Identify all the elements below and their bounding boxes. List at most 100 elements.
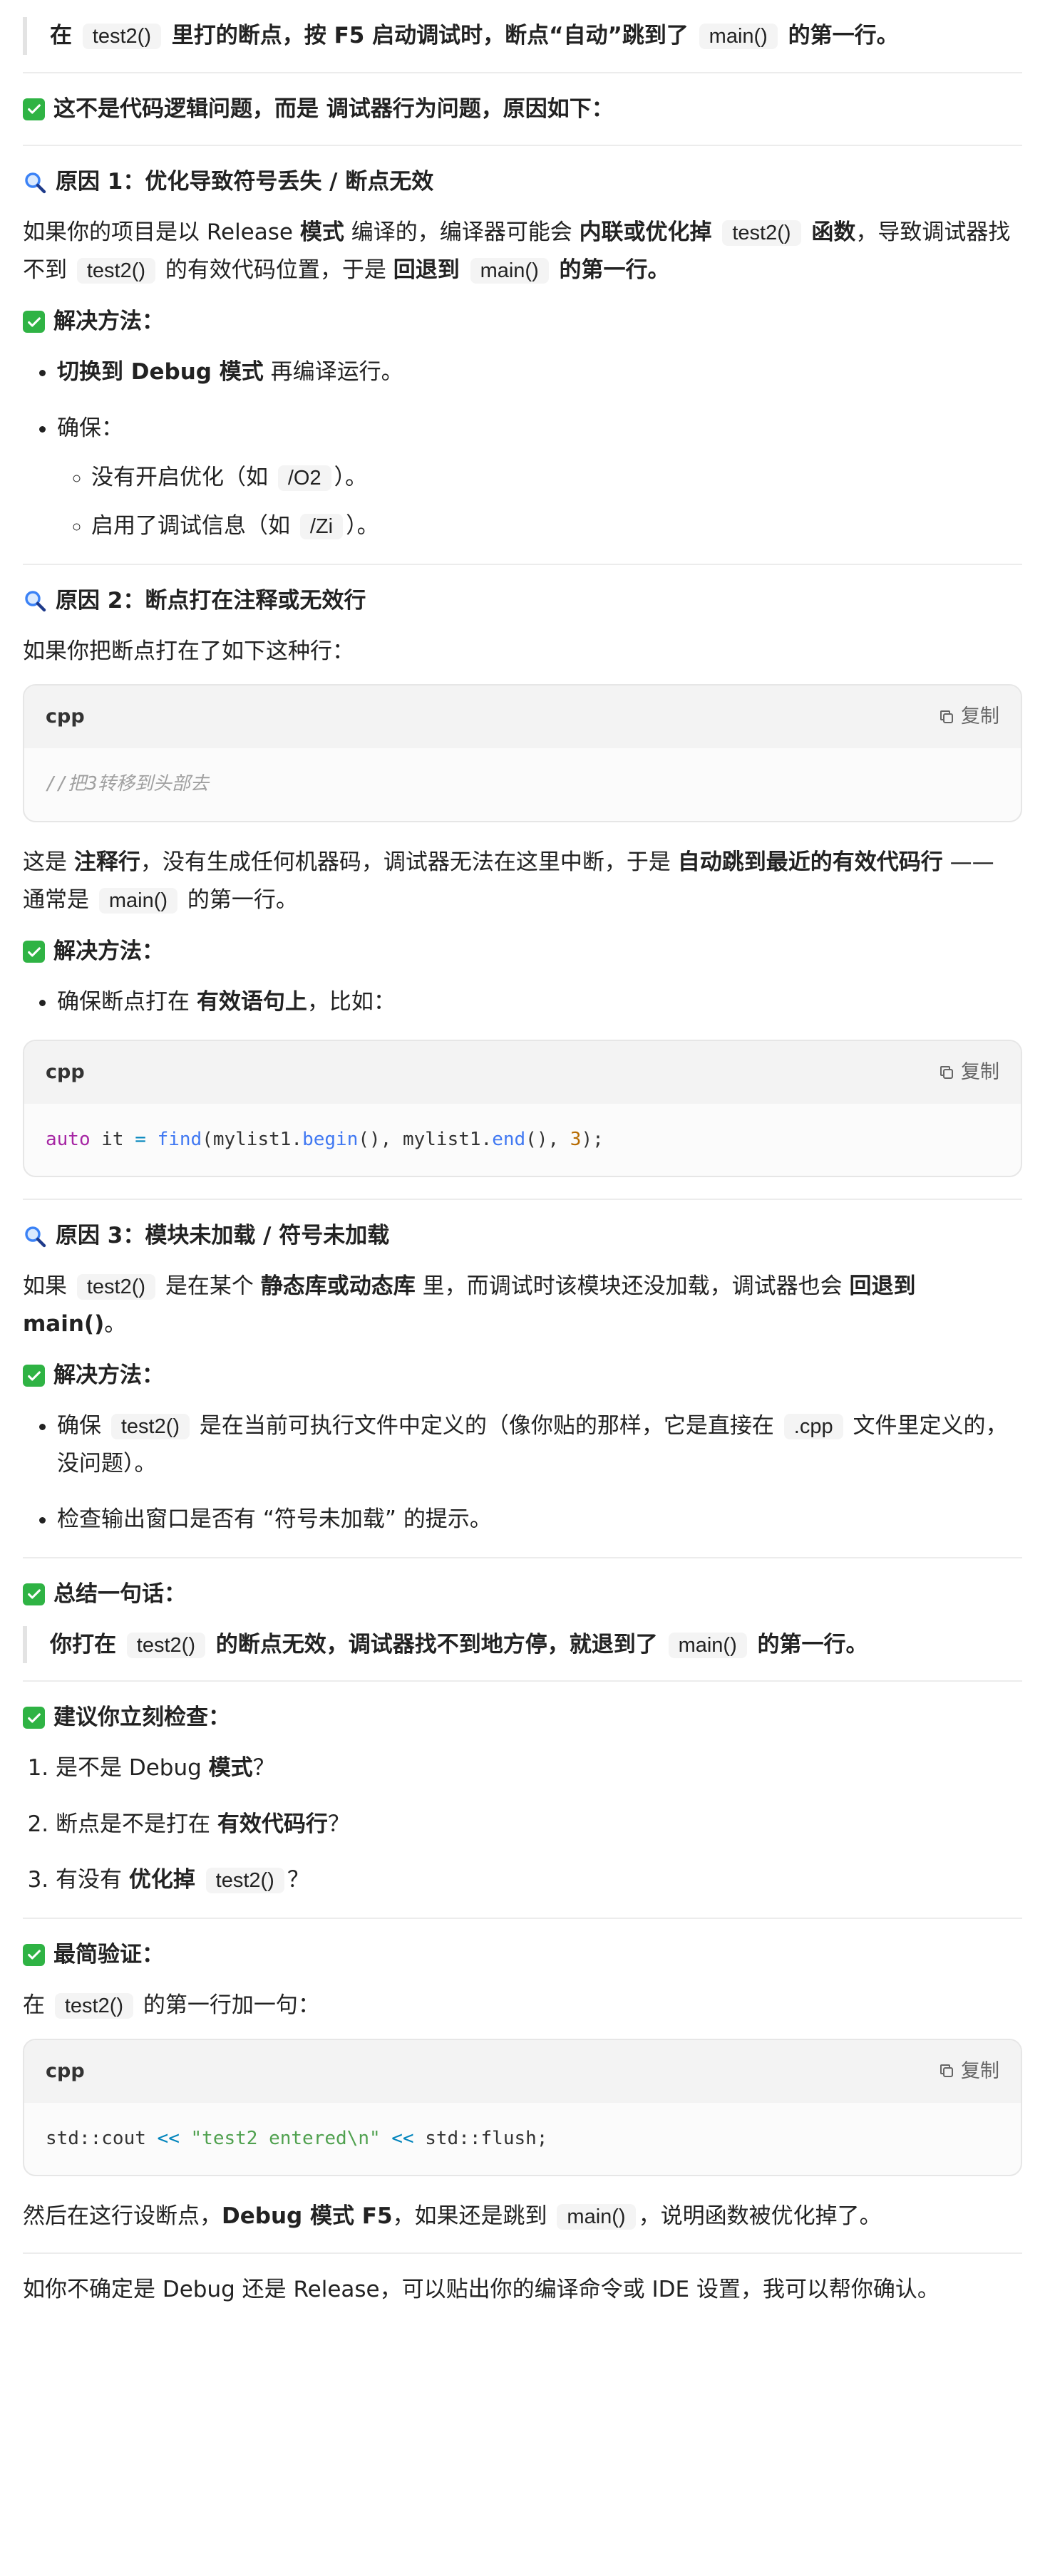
reason3-solution-list: 确保 test2() 是在当前可执行文件中定义的（像你贴的那样，它是直接在 .c… bbox=[23, 1407, 1022, 1538]
copy-button[interactable]: 复制 bbox=[938, 1056, 999, 1089]
text-span: ？ bbox=[327, 1811, 350, 1837]
bold-text: 的第一行。 bbox=[749, 1631, 868, 1657]
bold-text: 模式 bbox=[299, 219, 344, 246]
list-item: 有没有 优化掉 test2()？ bbox=[56, 1861, 1022, 1899]
magnifier-icon bbox=[25, 1226, 46, 1247]
intro-quote: 在 test2() 里打的断点，按 F5 启动调试时，断点“自动”跳到了 mai… bbox=[23, 17, 1022, 55]
text-span: ）。 bbox=[334, 464, 368, 490]
divider bbox=[23, 563, 1022, 565]
check-icon bbox=[23, 1583, 45, 1605]
code-body: std::cout << "test2 entered\n" << std::f… bbox=[24, 2103, 1021, 2176]
divider bbox=[23, 71, 1022, 73]
bold-text: 模式 bbox=[310, 2203, 354, 2230]
reason2-solution-heading: 解决方法： bbox=[23, 933, 1022, 971]
code-token: it bbox=[90, 1128, 135, 1150]
verify-intro: 在 test2() 的第一行加一句： bbox=[23, 1987, 1022, 2024]
text-span: 没有开启优化（如 bbox=[91, 464, 275, 490]
inline-code: test2() bbox=[722, 220, 801, 247]
text-span: 启用了调试信息（如 bbox=[91, 513, 297, 539]
reason2-paragraph: 这是 注释行，没有生成任何机器码，调试器无法在这里中断，于是 自动跳到最近的有效… bbox=[23, 844, 1022, 919]
reason1-solution-list: 切换到 Debug 模式 再编译运行。 确保： 没有开启优化（如 /O2）。 启… bbox=[23, 353, 1022, 545]
chat-response: 在 test2() 里打的断点，按 F5 启动调试时，断点“自动”跳到了 mai… bbox=[0, 17, 1045, 2308]
inline-code: main() bbox=[470, 257, 549, 284]
code-token: (), mylist1. bbox=[358, 1128, 493, 1150]
bold-text: 自动跳到最近的有效代码行 bbox=[677, 849, 943, 875]
text-span: 编译的，编译器可能会 bbox=[344, 219, 580, 246]
inline-code: test2() bbox=[54, 1992, 134, 2019]
code-token: auto bbox=[46, 1128, 91, 1150]
summary-heading: 这不是代码逻辑问题，而是 调试器行为问题，原因如下： bbox=[23, 90, 1022, 128]
code-body: auto it = find(mylist1.begin(), mylist1.… bbox=[24, 1104, 1021, 1176]
reason2-heading: 原因 2：断点打在注释或无效行 bbox=[23, 582, 1022, 620]
reason1-solution-heading: 解决方法： bbox=[23, 303, 1022, 341]
magnifier-icon bbox=[25, 172, 46, 193]
code-token: (), bbox=[525, 1128, 570, 1150]
inline-code: main() bbox=[699, 24, 778, 49]
bold-text: 有效代码行 bbox=[217, 1811, 328, 1837]
text-span: 是在当前可执行文件中定义的（像你贴的那样，它是直接在 bbox=[192, 1412, 781, 1439]
bold-text: 切换到 Debug bbox=[57, 359, 220, 386]
text-span: ，如果还是跳到 bbox=[392, 2203, 555, 2230]
inline-code: test2() bbox=[82, 24, 161, 49]
reason3-solution-heading: 解决方法： bbox=[23, 1357, 1022, 1395]
divider bbox=[23, 1918, 1022, 1920]
list-item: 启用了调试信息（如 /Zi）。 bbox=[91, 507, 1022, 545]
bold-text: 内联或优化掉 bbox=[579, 219, 720, 246]
text-span: 确保 bbox=[57, 1412, 108, 1439]
code-body: //把3转移到头部去 bbox=[24, 748, 1021, 821]
text-span: ，说明函数被优化掉了。 bbox=[638, 2203, 882, 2230]
code-token: std::cout bbox=[46, 2127, 158, 2149]
text-span: 的第一行加一句： bbox=[136, 1992, 320, 2018]
divider bbox=[23, 1557, 1022, 1558]
divider bbox=[23, 2252, 1022, 2254]
text-span: 的有效代码位置，于是 bbox=[158, 257, 393, 283]
list-item: 确保： 没有开启优化（如 /O2）。 启用了调试信息（如 /Zi）。 bbox=[57, 410, 1022, 545]
text-span: 如果 bbox=[23, 1273, 74, 1299]
bold-text: 模式 bbox=[208, 1755, 253, 1781]
copy-button[interactable]: 复制 bbox=[938, 2055, 999, 2088]
code-token: = bbox=[135, 1128, 146, 1150]
code-line: //把3转移到头部去 bbox=[46, 773, 209, 795]
text-span: ，没有生成任何机器码，调试器无法在这里中断，于是 bbox=[140, 849, 678, 875]
text-span: 的第一行。 bbox=[180, 886, 298, 913]
sub-list: 没有开启优化（如 /O2）。 启用了调试信息（如 /Zi）。 bbox=[57, 459, 1022, 545]
bold-text: Debug bbox=[222, 2203, 310, 2230]
reason2-solution-list: 确保断点打在 有效语句上，比如： bbox=[23, 983, 1022, 1021]
divider bbox=[23, 1680, 1022, 1682]
inline-code: test2() bbox=[205, 1868, 284, 1894]
code-token: << bbox=[157, 2127, 180, 2149]
inline-code: main() bbox=[668, 1632, 747, 1658]
divider bbox=[23, 145, 1022, 147]
inline-code: main() bbox=[98, 887, 178, 914]
code-token: find bbox=[157, 1128, 202, 1150]
text-span: 在 bbox=[23, 1992, 52, 2018]
verify-paragraph: 然后在这行设断点，Debug 模式 F5，如果还是跳到 main() ，说明函数被… bbox=[23, 2198, 1022, 2235]
bold-text: 函数 bbox=[803, 219, 856, 246]
code-header: cpp 复制 bbox=[24, 2039, 1021, 2103]
code-language: cpp bbox=[46, 2059, 85, 2082]
code-token: 3 bbox=[570, 1128, 582, 1150]
bold-text: 注释行 bbox=[73, 849, 140, 875]
list-item: 切换到 Debug 模式 再编译运行。 bbox=[57, 353, 1022, 391]
check-icon bbox=[23, 1707, 45, 1729]
code-token: begin bbox=[302, 1128, 359, 1150]
list-item: 是不是 Debug 模式？ bbox=[56, 1749, 1022, 1787]
bold-text: 模式 bbox=[219, 359, 264, 386]
text-span: 是在某个 bbox=[158, 1273, 261, 1299]
bold-text: 有效语句上 bbox=[196, 988, 307, 1015]
text-span: 如果你的项目是以 Release bbox=[23, 219, 300, 246]
reason2-intro: 如果你把断点打在了如下这种行： bbox=[23, 638, 354, 664]
code-block: cpp 复制 std::cout << "test2 entered\n" <<… bbox=[23, 2038, 1022, 2177]
inline-code: test2() bbox=[110, 1413, 190, 1439]
inline-code: /Zi bbox=[299, 514, 344, 540]
reason1-paragraph: 如果你的项目是以 Release 模式 编译的，编译器可能会 内联或优化掉 te… bbox=[23, 214, 1022, 289]
copy-button[interactable]: 复制 bbox=[938, 700, 999, 733]
reason3-paragraph: 如果 test2() 是在某个 静态库或动态库 里，而调试时该模块还没加载，调试… bbox=[23, 1268, 1022, 1343]
copy-icon bbox=[940, 710, 953, 724]
code-header: cpp 复制 bbox=[24, 1040, 1021, 1104]
verify-heading: 最简验证： bbox=[23, 1936, 1022, 1974]
bold-text: 的断点无效，调试器找不到地方停，就退到了 bbox=[207, 1631, 666, 1657]
checklist-heading: 建议你立刻检查： bbox=[23, 1699, 1022, 1737]
text-span: ？ bbox=[252, 1755, 275, 1781]
text-span: 是不是 Debug bbox=[56, 1755, 209, 1781]
